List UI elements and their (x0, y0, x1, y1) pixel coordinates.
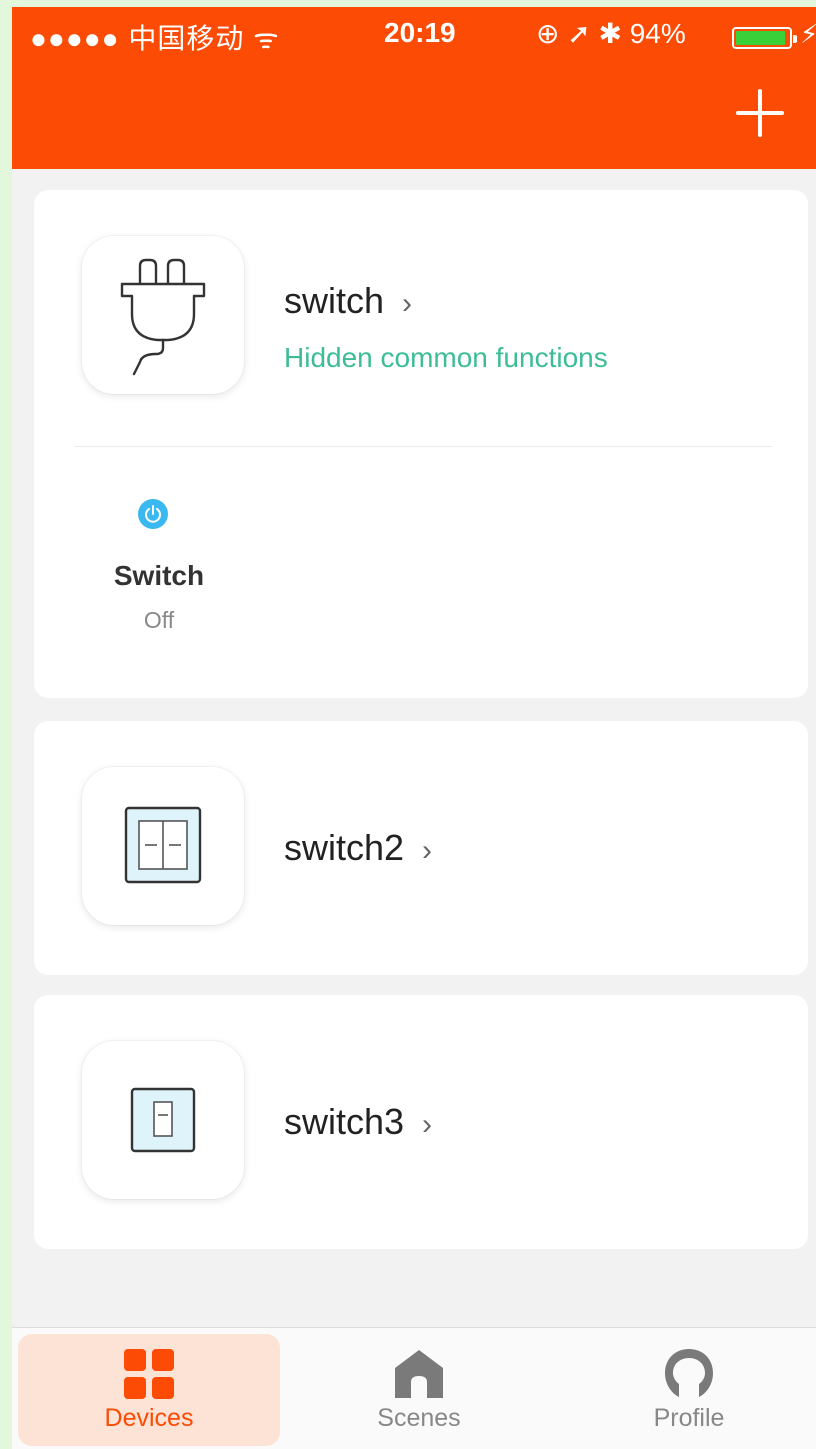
app-header: ●●●●● 中国移动 ᯤ 20:19 ⊕ ➚ ✱ 94% ⚡ (12, 7, 816, 169)
chevron-right-icon: › (422, 1108, 433, 1141)
device-card-switch2[interactable]: switch2 › (34, 721, 808, 975)
device-name[interactable]: switch › (284, 280, 412, 322)
home-icon (395, 1350, 443, 1398)
power-icon[interactable] (138, 499, 168, 529)
chevron-right-icon: › (402, 287, 413, 320)
battery-icon (732, 27, 797, 49)
tab-label: Profile (653, 1404, 725, 1432)
bottom-tab-bar: Devices Scenes Profile (12, 1327, 816, 1449)
tab-scenes[interactable]: Scenes (288, 1334, 550, 1446)
device-icon-box[interactable] (82, 767, 244, 925)
status-bar: ●●●●● 中国移动 ᯤ 20:19 ⊕ ➚ ✱ 94% ⚡ (12, 7, 816, 63)
device-icon-box[interactable] (82, 236, 244, 394)
tab-devices[interactable]: Devices (18, 1334, 280, 1446)
chevron-right-icon: › (422, 834, 433, 867)
device-name-text: switch3 (284, 1101, 405, 1142)
device-card-switch3[interactable]: switch3 › (34, 995, 808, 1249)
hidden-functions-link[interactable]: Hidden common functions (284, 342, 608, 374)
device-name-text: switch2 (284, 827, 405, 868)
card-divider (74, 446, 772, 447)
battery-nub (793, 35, 797, 43)
device-name[interactable]: switch2 › (284, 827, 432, 869)
status-time: 20:19 (384, 17, 456, 48)
function-state: Off (143, 607, 175, 633)
function-name: Switch (113, 560, 205, 591)
device-name-text: switch (284, 280, 385, 321)
device-name[interactable]: switch3 › (284, 1101, 432, 1143)
add-device-button[interactable] (736, 89, 784, 137)
grid-icon (124, 1349, 174, 1399)
status-indicators: ⊕ ➚ ✱ 94% (536, 18, 686, 49)
plug-icon (120, 258, 206, 376)
app-screen: ●●●●● 中国移动 ᯤ 20:19 ⊕ ➚ ✱ 94% ⚡ switch › … (12, 7, 816, 1449)
battery-level (736, 31, 785, 45)
tab-label: Scenes (377, 1404, 461, 1432)
carrier-signal: ●●●●● 中国移动 ᯤ (30, 23, 280, 54)
profile-icon (665, 1349, 713, 1397)
device-icon-box[interactable] (82, 1041, 244, 1199)
double-switch-icon (124, 806, 202, 884)
charging-icon: ⚡ (800, 19, 816, 49)
device-card-switch[interactable]: switch › Hidden common functions Switch O… (34, 190, 808, 698)
tab-label: Devices (104, 1404, 194, 1432)
single-switch-icon (130, 1087, 196, 1153)
tab-profile[interactable]: Profile (558, 1334, 816, 1446)
